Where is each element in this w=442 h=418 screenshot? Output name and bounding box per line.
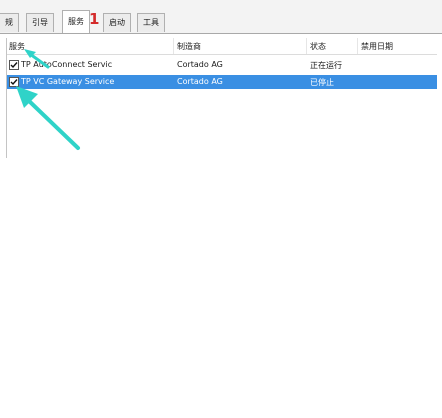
column-header-disable-date[interactable]: 禁用日期 <box>361 41 393 52</box>
checkmark-icon <box>10 62 18 69</box>
annotation-arrow-icon <box>16 86 80 150</box>
service-vendor: Cortado AG <box>177 77 223 86</box>
service-row[interactable]: TP AutoConnect Servic Cortado AG 正在运行 <box>7 58 437 72</box>
service-status: 正在运行 <box>310 61 342 70</box>
service-status: 已停止 <box>310 78 334 87</box>
column-header: 服务 制造商 状态 禁用日期 <box>7 38 437 55</box>
tab-startup[interactable]: 启动 <box>103 13 131 32</box>
column-divider[interactable] <box>306 38 307 54</box>
tab-general[interactable]: 规 <box>0 13 19 32</box>
service-checkbox[interactable] <box>9 60 19 70</box>
service-vendor: Cortado AG <box>177 60 223 69</box>
tab-services[interactable]: 服务 <box>62 10 90 33</box>
annotation-arrow-icon <box>24 49 50 69</box>
tab-boot[interactable]: 引导 <box>26 13 54 32</box>
column-divider[interactable] <box>173 38 174 54</box>
column-header-vendor[interactable]: 制造商 <box>177 41 201 52</box>
tab-tools[interactable]: 工具 <box>137 13 165 32</box>
column-divider[interactable] <box>357 38 358 54</box>
annotation-step-number: 1 <box>89 10 100 28</box>
tab-bar: 规 引导 服务 启动 工具 <box>0 0 442 34</box>
column-header-status[interactable]: 状态 <box>310 41 326 52</box>
